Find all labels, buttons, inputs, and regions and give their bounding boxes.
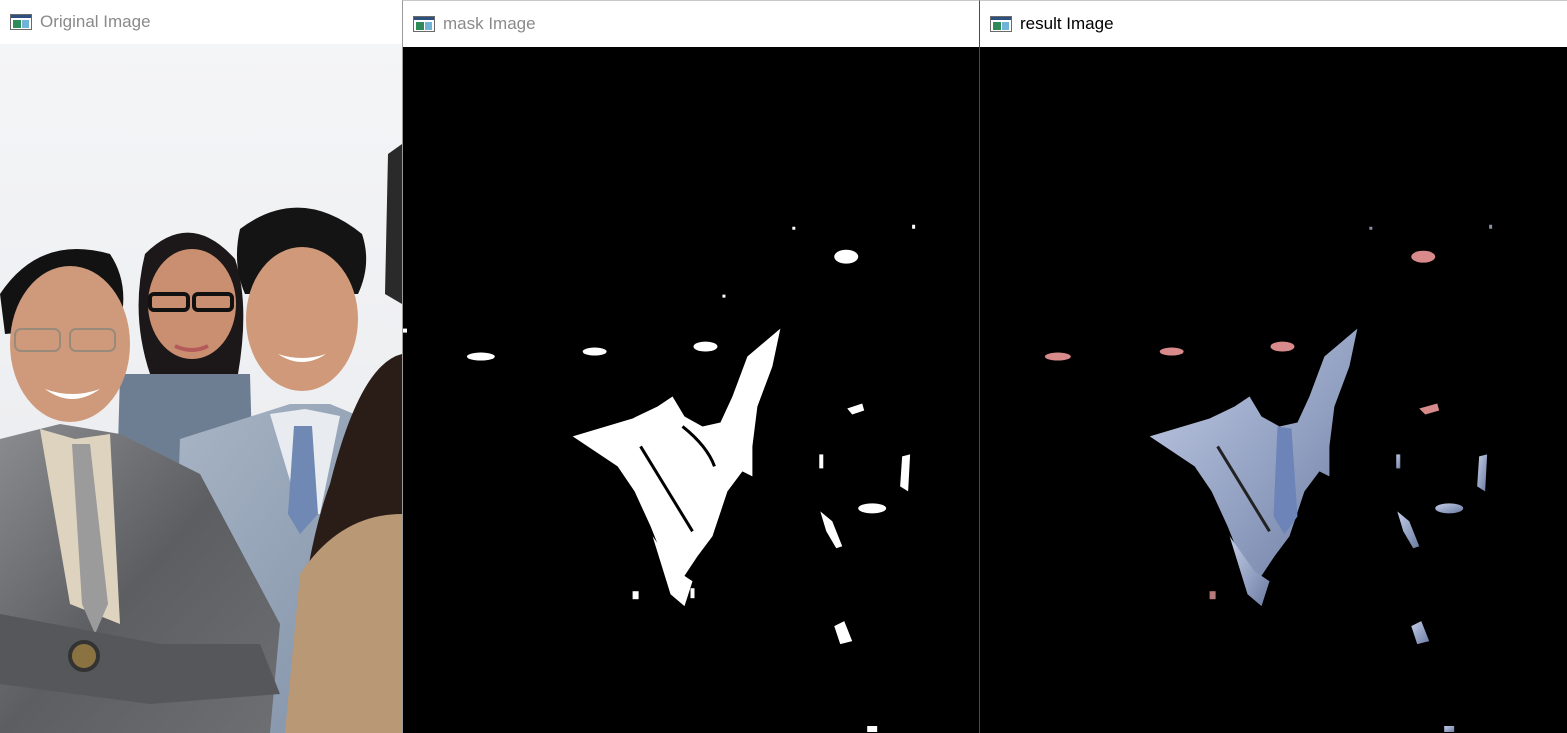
window-title-result: result Image [1020,14,1114,33]
original-image-window[interactable]: Original Image [0,0,402,733]
original-photo [0,44,402,733]
original-window-titlebar[interactable]: Original Image [0,0,402,44]
window-title-original: Original Image [40,12,151,31]
opencv-window-icon [413,16,435,32]
opencv-window-icon [10,14,32,30]
result-output [980,47,1567,733]
window-title-mask: mask Image [443,14,536,33]
mask-image-canvas [403,47,979,733]
mask-image-window[interactable]: mask Image [402,0,979,733]
result-image-window[interactable]: result Image [979,0,1567,733]
mask-window-titlebar[interactable]: mask Image [403,1,979,47]
result-image-canvas [980,47,1567,733]
opencv-window-icon [990,16,1012,32]
result-window-titlebar[interactable]: result Image [980,1,1567,47]
mask-output [403,47,979,733]
original-image-canvas [0,44,402,733]
